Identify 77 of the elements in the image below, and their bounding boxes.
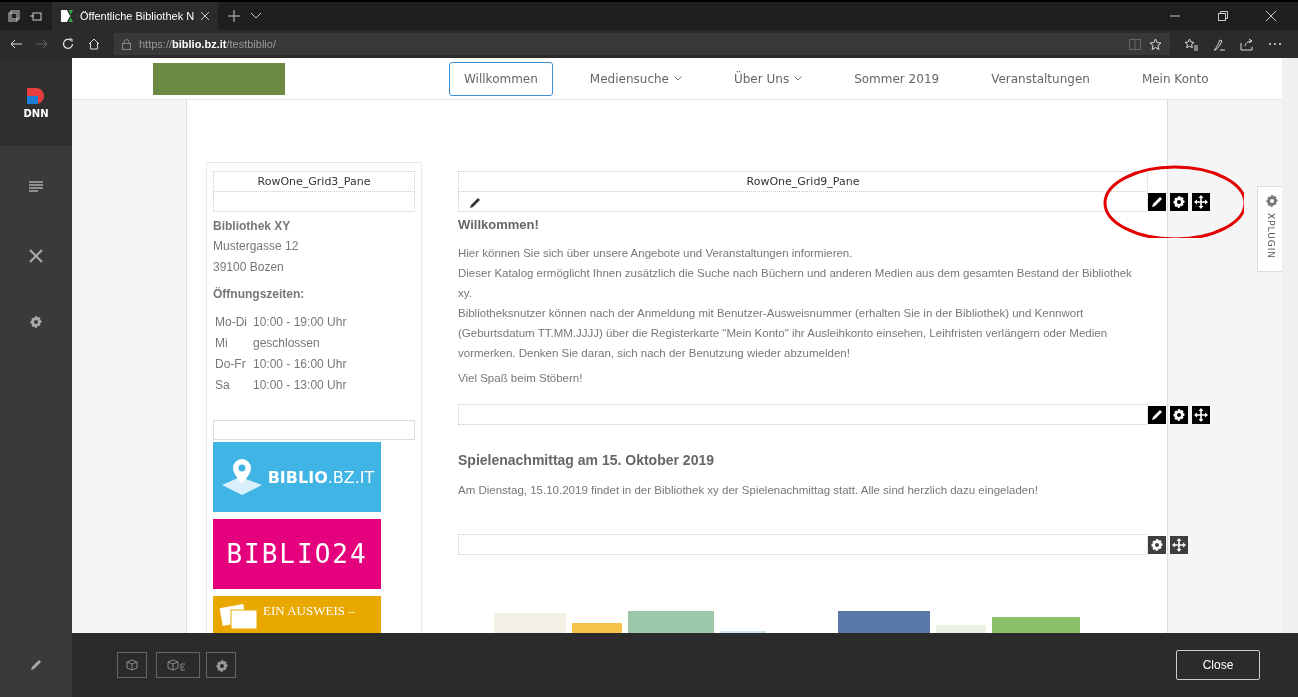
library-name: Bibliothek XY <box>213 218 292 235</box>
hours-value: geschlossen <box>253 335 321 352</box>
settings-icon[interactable] <box>1170 406 1188 424</box>
settings-icon[interactable] <box>1148 536 1166 554</box>
logo-icon <box>25 85 47 106</box>
day-label: Mi <box>215 335 229 352</box>
edit-icon[interactable] <box>1148 406 1166 424</box>
address-field[interactable]: https://biblio.bz.it/testbiblio/ <box>114 33 1170 55</box>
cube-icon <box>126 659 138 671</box>
restore-icon[interactable] <box>1218 11 1228 21</box>
tabs-icon[interactable] <box>8 10 20 22</box>
dnn-logo[interactable]: DNN <box>0 58 72 146</box>
content-icon[interactable] <box>29 180 43 194</box>
close-icon[interactable] <box>200 11 211 21</box>
nav-tab[interactable]: Willkommen <box>449 61 553 96</box>
share-icon[interactable] <box>1240 37 1254 51</box>
paragraph: Bibliotheksnutzer können nach der Anmeldung mit Benutzer-Ausweisnummer (erhalten Sie in der Bibliothek) und Kennwort (Geburtsdatum TT.MM.JJJJ) über die Registerkarte "Mein Konto" ihr Ausleihkonto einsehen, Leihfristen verlängern oder Medien vormerken. Denken Sie daran, sich nach der Benutzung wieder abzumelden! <box>458 306 1109 361</box>
site-logo-icon <box>60 9 74 23</box>
tab-title: Öffentliche Bibliothek N <box>80 10 195 22</box>
paragraph: Hier können Sie sich über unsere Angebote und Veranstaltungen informieren. <box>458 246 854 261</box>
nav-tab[interactable]: Veranstaltungen <box>976 61 1105 96</box>
hours-value: 10:00 - 13:00 Uhr <box>253 377 348 394</box>
favorites-icon[interactable] <box>1184 37 1198 51</box>
pen-icon[interactable] <box>1212 37 1226 51</box>
close-icon[interactable] <box>1266 11 1276 21</box>
banner-photo[interactable] <box>153 62 285 95</box>
banner-text: BIBLIO.BZ.IT <box>267 467 375 487</box>
xplugin-tab[interactable]: XPLUGIN <box>1257 186 1282 272</box>
module-heading: Spielenachmittag am 15. Oktober 2019 <box>458 452 715 468</box>
tab-preview-icon[interactable] <box>30 10 42 22</box>
move-icon[interactable] <box>1192 406 1210 424</box>
day-label: Mo-Di <box>215 314 248 331</box>
back-icon[interactable] <box>10 39 22 49</box>
address-line: Mustergasse 12 <box>213 238 300 255</box>
url-text: https://biblio.bz.it/testbiblio/ <box>139 38 276 50</box>
pane-title: RowOne_Grid3_Pane <box>213 171 415 192</box>
nav-tab[interactable]: Mein Konto <box>1126 61 1224 96</box>
tools-icon[interactable] <box>28 248 44 264</box>
address-line: 39100 Bozen <box>213 259 285 276</box>
existing-module-button[interactable] <box>156 652 200 678</box>
paragraph: Viel Spaß beim Stöbern! <box>458 371 584 386</box>
pane-title: RowOne_Grid9_Pane <box>458 171 1148 192</box>
star-icon[interactable] <box>1149 37 1162 51</box>
cards-icon <box>219 602 259 632</box>
nav-tab[interactable]: Sommer 2019 <box>839 61 955 96</box>
logo-text: DNN <box>23 107 49 119</box>
move-icon[interactable] <box>1170 536 1188 554</box>
nav-tab[interactable]: Über Uns <box>718 61 818 96</box>
hours-value: 10:00 - 16:00 Uhr <box>253 356 348 373</box>
module-button[interactable] <box>117 652 147 678</box>
banner[interactable]: BIBLIO24 <box>213 519 381 589</box>
nav-tab[interactable]: Mediensuche <box>574 61 697 96</box>
module-heading: Willkommen! <box>458 217 540 232</box>
more-icon[interactable] <box>1268 42 1282 46</box>
forward-icon[interactable] <box>36 39 48 49</box>
settings-icon[interactable] <box>1170 193 1188 211</box>
move-icon[interactable] <box>1192 193 1210 211</box>
paragraph: Am Dienstag, 15.10.2019 findet in der Bibliothek xy der Spielenachmittag statt. Alle sind herzlich dazu eingeladen! <box>458 483 1039 498</box>
settings-icon <box>214 658 228 672</box>
edit-icon[interactable] <box>1148 193 1166 211</box>
close-button[interactable]: Close <box>1176 650 1260 680</box>
day-label: Sa <box>215 377 231 394</box>
page-settings-button[interactable] <box>206 652 236 678</box>
chevron-down-icon[interactable] <box>250 12 263 20</box>
banner-text: EIN AUSWEIS – <box>263 602 356 618</box>
refresh-icon[interactable] <box>62 38 74 50</box>
day-label: Do-Fr <box>215 356 247 373</box>
xplugin-label: XPLUGIN <box>1265 213 1276 260</box>
hours-value: 10:00 - 19:00 Uhr <box>253 314 348 331</box>
banner-text: BIBLIO24 <box>226 539 368 569</box>
paragraph: Dieser Katalog ermöglicht Ihnen zusätzlich die Suche nach Büchern und anderen Medien aus dem gesamten Bestand der Bibliothek xy. <box>458 266 1133 301</box>
home-icon[interactable] <box>88 38 100 50</box>
browser-tab[interactable]: Öffentliche Bibliothek N <box>52 2 219 30</box>
new-tab-icon[interactable] <box>228 10 241 22</box>
lock-icon <box>122 38 131 50</box>
hours-heading: Öffnungszeiten: <box>213 286 306 303</box>
settings-icon <box>1263 193 1278 207</box>
